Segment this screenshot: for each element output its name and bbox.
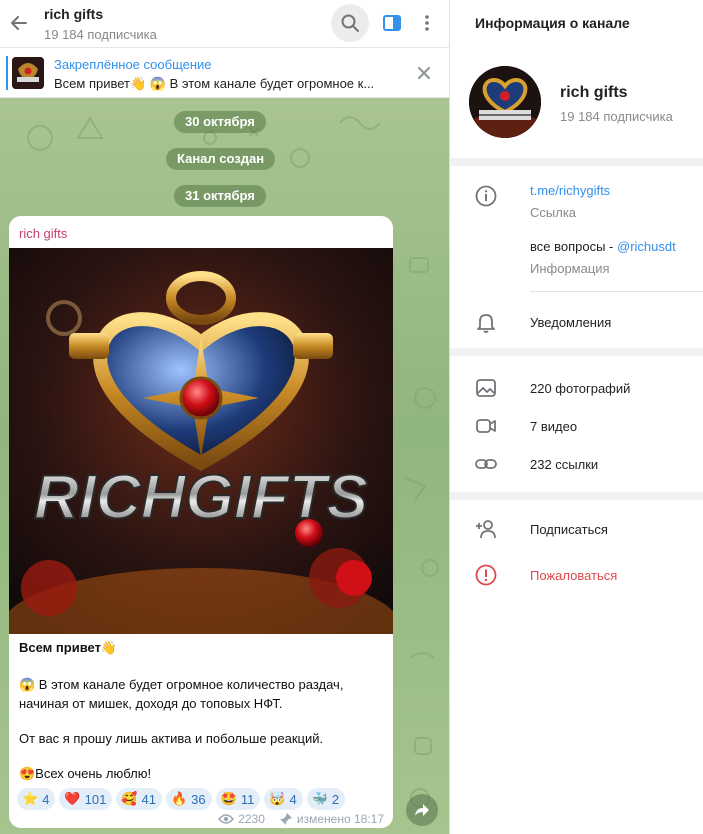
reaction-emoji: 🔥 (170, 791, 188, 806)
chat-header: rich gifts 19 184 подписчика (0, 0, 449, 48)
channel-title[interactable]: rich gifts (44, 6, 103, 22)
pinned-message-bar[interactable]: Закреплённое сообщение Всем привет👋 😱 В … (0, 48, 449, 98)
info-icon (475, 185, 497, 207)
divider (530, 291, 703, 292)
post-text-line: Всем привет👋 (19, 640, 118, 655)
info-subscribers: 19 184 подписчика (560, 109, 673, 124)
reaction-chip[interactable]: 🥰 41 (116, 788, 162, 810)
info-profile-section: rich gifts 19 184 подписчика (450, 48, 703, 158)
forward-arrow-icon (415, 804, 429, 816)
reaction-chip[interactable]: 🤩 11 (215, 788, 261, 810)
info-media-section: 220 фотографий 7 видео 232 ссылки (450, 356, 703, 492)
channel-info-pane: Информация о канале rich gifts 19 184 по… (449, 0, 703, 834)
info-channel-name: rich gifts (560, 84, 628, 101)
reaction-count: 2 (331, 791, 340, 807)
channel-about: все вопросы - @richusdt (530, 239, 676, 254)
bell-icon (477, 314, 495, 333)
info-details-section: t.me/richygifts Ссылка все вопросы - @ri… (450, 166, 703, 348)
pinned-indicator (6, 56, 8, 90)
channel-link-label: Ссылка (530, 205, 577, 220)
reaction-count: 11 (240, 791, 255, 807)
reaction-count: 4 (289, 791, 297, 807)
reaction-chip[interactable]: 🐳 2 (306, 788, 346, 810)
pinned-text: Всем привет👋 😱 В этом канале будет огром… (54, 76, 375, 91)
reaction-emoji: 🤯 (269, 791, 286, 806)
sidebar-panel-icon (383, 15, 401, 31)
info-header: Информация о канале (450, 0, 703, 48)
videos-link[interactable]: 7 видео (530, 419, 577, 434)
info-title: Информация о канале (475, 15, 630, 31)
links-link[interactable]: 232 ссылки (530, 457, 598, 472)
avatar[interactable] (469, 66, 541, 138)
date-separator: 31 октября (174, 185, 266, 207)
post-author[interactable]: rich gifts (19, 226, 67, 241)
edited-time: изменено 18:17 (296, 812, 384, 826)
more-vertical-icon (425, 15, 429, 31)
channel-link[interactable]: t.me/richygifts (530, 183, 610, 198)
views-count: 2230 (238, 812, 265, 826)
post-image[interactable]: RICHGIFTS (9, 248, 393, 634)
notifications-toggle[interactable]: Уведомления (530, 315, 611, 330)
post-image-wordmark: RICHGIFTS (34, 463, 368, 532)
channel-about-label: Информация (530, 261, 610, 276)
about-handle-link[interactable]: @richusdt (617, 239, 676, 254)
info-actions-section: Подписаться Пожаловаться (450, 500, 703, 834)
reaction-emoji: ⭐ (22, 791, 39, 806)
channel-subscribers: 19 184 подписчика (44, 27, 157, 42)
date-separator: 30 октября (174, 111, 266, 133)
reaction-chip[interactable]: ❤️ 101 (59, 788, 113, 810)
link-icon (475, 459, 497, 469)
subscribe-button[interactable]: Подписаться (530, 522, 608, 537)
pinned-label: Закреплённое сообщение (54, 57, 212, 72)
post-text-line: 😱 В этом канале будет огромное количеств… (19, 677, 344, 692)
reaction-emoji: ❤️ (64, 791, 81, 806)
about-text: все вопросы - (530, 239, 617, 254)
back-arrow-icon[interactable] (8, 12, 30, 34)
chat-pane: rich gifts 19 184 подписчика Закреплённо… (0, 0, 449, 834)
service-message: Канал создан (166, 148, 276, 170)
post-meta: 2230 изменено 18:17 (218, 812, 384, 826)
reaction-chip[interactable]: ⭐ 4 (17, 788, 56, 810)
forward-button[interactable] (406, 794, 438, 826)
search-icon (341, 14, 359, 32)
more-menu-button[interactable] (408, 4, 446, 42)
reaction-chip[interactable]: 🤯 4 (264, 788, 303, 810)
reaction-count: 4 (42, 791, 50, 807)
search-button[interactable] (331, 4, 369, 42)
photos-link[interactable]: 220 фотографий (530, 381, 630, 396)
reaction-count: 101 (84, 791, 107, 807)
post-text-line: 😍Всех очень люблю! (19, 766, 152, 781)
report-button[interactable]: Пожаловаться (530, 568, 617, 583)
toggle-sidebar-button[interactable] (373, 4, 411, 42)
report-icon (475, 564, 497, 586)
reaction-chip[interactable]: 🔥 36 (165, 788, 212, 810)
post-text-line: начиная от мишек, доходя до топовых НФТ. (19, 696, 283, 711)
reaction-count: 36 (191, 791, 206, 807)
photo-icon (476, 379, 496, 397)
pin-icon (279, 813, 292, 825)
channel-post: rich gifts RICHGIFTS Всем привет👋 😱 В эт… (9, 216, 393, 828)
reaction-count: 41 (141, 791, 156, 807)
video-icon (476, 419, 496, 433)
reaction-emoji: 🥰 (121, 791, 138, 806)
pinned-thumbnail (12, 57, 44, 89)
reactions-bar: ⭐ 4 ❤️ 101 🥰 41 🔥 36 🤩 11 🤯 4 🐳 2 (17, 788, 346, 810)
close-icon[interactable] (415, 64, 433, 82)
views-eye-icon (218, 814, 235, 824)
add-user-icon (476, 520, 496, 539)
post-text-line: От вас я прошу лишь актива и побольше ре… (19, 731, 324, 746)
reaction-emoji: 🤩 (220, 791, 237, 806)
reaction-emoji: 🐳 (311, 791, 328, 806)
